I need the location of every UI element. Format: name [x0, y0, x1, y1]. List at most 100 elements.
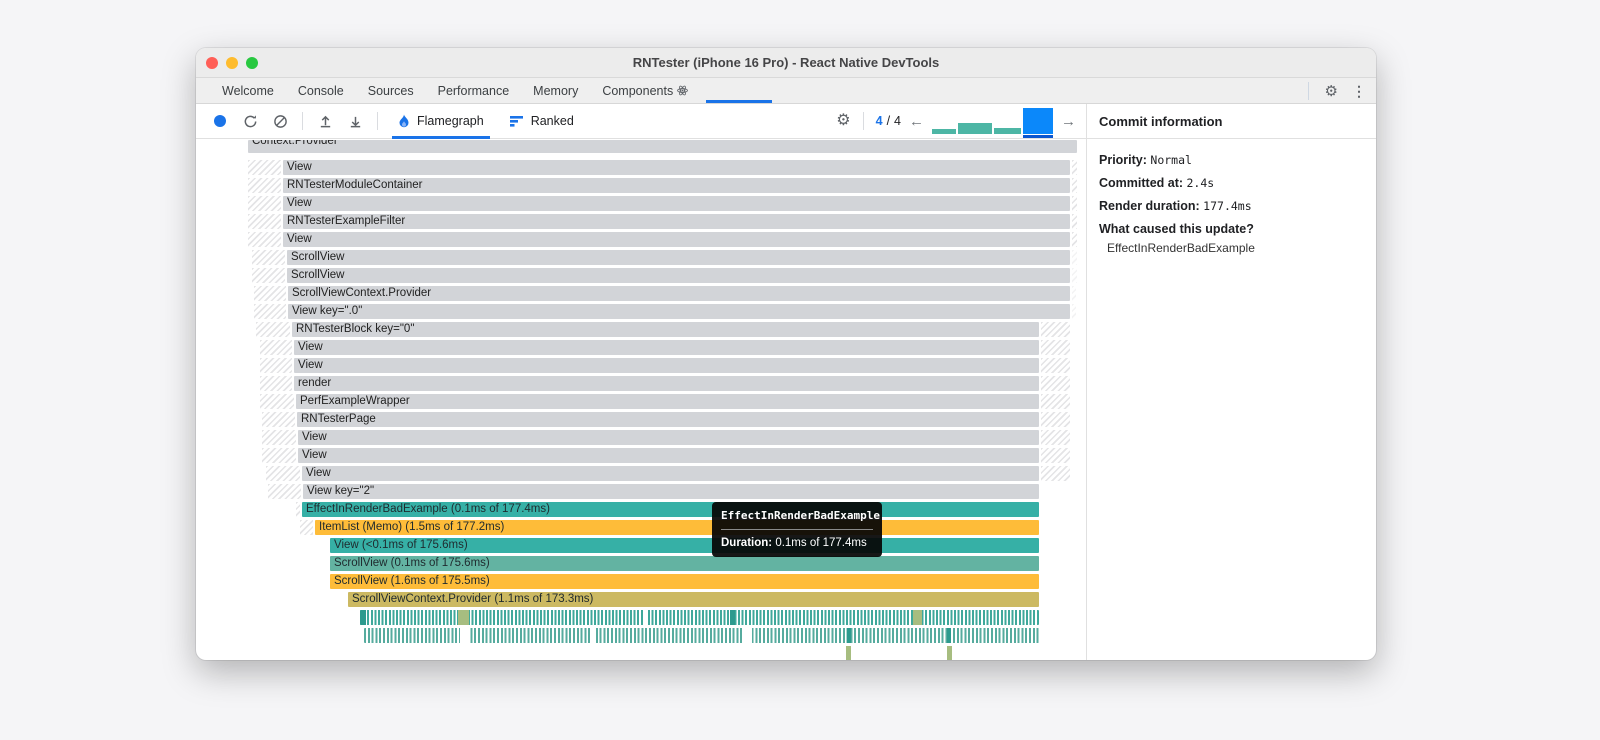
- flame-bar[interactable]: View: [283, 196, 1070, 211]
- commit-information-header: Commit information: [1086, 104, 1376, 139]
- clear-profile-button[interactable]: [268, 109, 292, 133]
- desktop-background: RNTester (iPhone 16 Pro) - React Native …: [0, 0, 1600, 740]
- tab-sources[interactable]: Sources: [356, 78, 426, 103]
- flame-bar[interactable]: ItemList (Memo) (1.5ms of 177.2ms): [315, 520, 1039, 535]
- tab-console[interactable]: Console: [286, 78, 356, 103]
- commit-bar-1[interactable]: [932, 129, 956, 134]
- reload-profile-button[interactable]: [238, 109, 262, 133]
- flamegraph-tooltip: EffectInRenderBadExample Duration: 0.1ms…: [712, 502, 882, 557]
- flame-bar[interactable]: PerfExampleWrapper: [296, 394, 1039, 409]
- did-not-render-hatch: [1072, 178, 1077, 193]
- did-not-render-hatch: [1072, 286, 1076, 301]
- commit-info-value: 177.4ms: [1203, 199, 1252, 213]
- commit-bar-3[interactable]: [994, 128, 1021, 134]
- did-not-render-hatch: [248, 214, 281, 229]
- import-profile-button[interactable]: [313, 109, 337, 133]
- flame-bar[interactable]: View: [298, 430, 1039, 445]
- flame-bar-fragment: [913, 610, 922, 625]
- did-not-render-hatch: [266, 466, 300, 481]
- flame-bar-label: ScrollView (1.6ms of 175.5ms): [334, 575, 490, 587]
- commit-counter-total: 4: [894, 114, 901, 128]
- flame-bar-fragment: [846, 646, 851, 660]
- flame-bar-strip[interactable]: [360, 610, 1039, 625]
- flame-bar-label: View: [287, 233, 312, 245]
- flame-bar-label: View key="2": [307, 485, 375, 497]
- flame-bar-label: ScrollView: [291, 251, 345, 263]
- flame-bar[interactable]: ScrollViewContext.Provider: [288, 286, 1070, 301]
- flame-bar[interactable]: View key=".0": [288, 304, 1070, 319]
- flame-bar[interactable]: ScrollView: [287, 268, 1070, 283]
- flame-bar[interactable]: View: [283, 232, 1070, 247]
- did-not-render-hatch: [1041, 412, 1070, 427]
- did-not-render-hatch: [296, 502, 300, 517]
- tab-memory[interactable]: Memory: [521, 78, 590, 103]
- flame-bar[interactable]: View: [294, 340, 1039, 355]
- flame-bar-label: Context.Provider: [252, 140, 338, 147]
- flame-bar[interactable]: Context.Provider: [248, 140, 1077, 153]
- update-cause-value[interactable]: EffectInRenderBadExample: [1099, 241, 1376, 255]
- did-not-render-hatch: [1072, 214, 1077, 229]
- flame-bar-strip[interactable]: [364, 628, 1039, 643]
- tab-ranked[interactable]: Ranked: [500, 104, 584, 139]
- flame-bar-label: RNTesterModuleContainer: [287, 179, 423, 191]
- tab-welcome[interactable]: Welcome: [210, 78, 286, 103]
- commit-bar-4[interactable]: [1023, 108, 1053, 138]
- did-not-render-hatch: [1041, 340, 1070, 355]
- flame-bar[interactable]: ScrollViewContext.Provider (1.1ms of 173…: [348, 592, 1039, 607]
- devtools-tab-bar: Welcome Console Sources Performance Memory Co…: [196, 78, 1376, 104]
- flame-bar[interactable]: View: [283, 160, 1070, 175]
- flame-bar[interactable]: View (<0.1ms of 175.6ms): [330, 538, 1039, 553]
- flame-bar-label: RNTesterExampleFilter: [287, 215, 406, 227]
- flame-bar[interactable]: EffectInRenderBadExample (0.1ms of 177.4…: [302, 502, 1039, 517]
- commit-info-value: Normal: [1150, 153, 1192, 167]
- flame-bar-label: View: [302, 449, 327, 461]
- tab-flamegraph[interactable]: Flamegraph: [388, 104, 494, 139]
- next-commit-arrow-icon[interactable]: →: [1061, 114, 1076, 129]
- flame-bar-label: View: [298, 341, 323, 353]
- did-not-render-hatch: [1072, 160, 1077, 175]
- commit-selector: [932, 108, 1053, 138]
- did-not-render-hatch: [262, 412, 295, 427]
- flame-bar[interactable]: ScrollView (1.6ms of 175.5ms): [330, 574, 1039, 589]
- settings-gear-icon[interactable]: ⚙: [1325, 84, 1338, 99]
- previous-commit-arrow-icon[interactable]: ←: [909, 114, 924, 129]
- flame-bar[interactable]: render: [294, 376, 1039, 391]
- flame-bar-strip: [196, 646, 1086, 660]
- toolbar-divider: [377, 112, 378, 130]
- flame-bar[interactable]: RNTesterBlock key="0": [292, 322, 1039, 337]
- flame-bar[interactable]: RNTesterPage: [297, 412, 1039, 427]
- commit-info-label: Committed at:: [1099, 176, 1187, 190]
- flamegraph-panel: Context.Provider View RNTesterModuleContai…: [196, 139, 1086, 660]
- did-not-render-hatch: [254, 286, 286, 301]
- flame-bar[interactable]: View key="2": [303, 484, 1039, 499]
- tab-performance[interactable]: Performance: [426, 78, 522, 103]
- flame-bar[interactable]: View: [302, 466, 1039, 481]
- did-not-render-hatch: [260, 358, 292, 373]
- flame-bar[interactable]: ScrollView (0.1ms of 175.6ms): [330, 556, 1039, 571]
- tooltip-duration-value: 0.1ms of 177.4ms: [775, 537, 867, 549]
- did-not-render-hatch: [248, 196, 281, 211]
- kebab-menu-icon[interactable]: ⋮: [1352, 84, 1366, 98]
- flame-bar[interactable]: View: [298, 448, 1039, 463]
- did-not-render-hatch: [1041, 448, 1070, 463]
- record-button[interactable]: [208, 109, 232, 133]
- flame-bar-fragment: [947, 646, 952, 660]
- commit-counter-separator: /: [886, 114, 891, 128]
- did-not-render-hatch: [248, 160, 281, 175]
- export-profile-button[interactable]: [343, 109, 367, 133]
- flame-bar[interactable]: RNTesterExampleFilter: [283, 214, 1070, 229]
- tab-components[interactable]: Components: [590, 78, 700, 103]
- flame-bar-fragment: [458, 610, 469, 625]
- flame-bar[interactable]: View: [294, 358, 1039, 373]
- flame-bar[interactable]: ScrollView: [287, 250, 1070, 265]
- toolbar-divider: [862, 112, 864, 130]
- update-cause-label: What caused this update?: [1099, 222, 1254, 236]
- flame-bar-fragment: [643, 610, 647, 625]
- flame-bar[interactable]: RNTesterModuleContainer: [283, 178, 1070, 193]
- flame-bar-label: PerfExampleWrapper: [300, 395, 410, 407]
- commit-bar-2[interactable]: [958, 123, 992, 134]
- profiler-toolbar: Flamegraph Ranked ⚙ 4 / 4 ← →: [196, 104, 1086, 139]
- profiler-settings-gear-icon[interactable]: ⚙: [836, 113, 850, 129]
- flame-bar-fragment: [360, 610, 366, 625]
- tab-profiler[interactable]: [700, 78, 778, 103]
